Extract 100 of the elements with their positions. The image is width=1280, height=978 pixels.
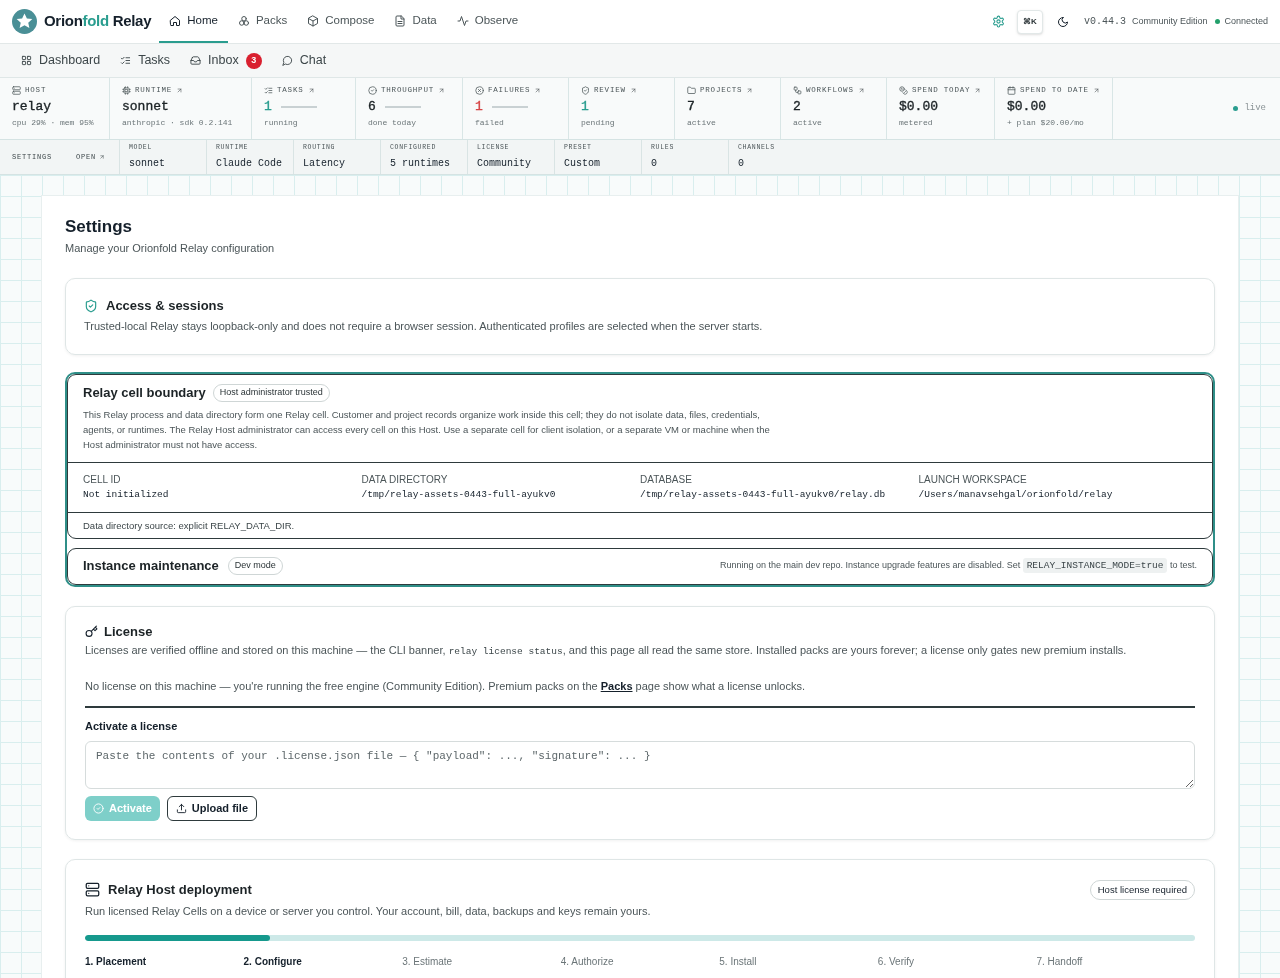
live-label: live: [1244, 101, 1266, 115]
card-description: Trusted-local Relay stays loopback-only and does not require a browser session. Authenticated profiles are selected when the server starts.: [84, 318, 763, 334]
page-subtitle: Manage your Orionfold Relay configuration: [65, 241, 275, 256]
stat-value: 6: [368, 98, 376, 117]
stat-value: $0.00: [899, 98, 938, 117]
sparkline: [280, 106, 317, 108]
key-icon: [85, 624, 98, 638]
stat-caption: running: [264, 117, 298, 129]
step-label: 5. Install: [719, 956, 757, 968]
sub-nav-item[interactable]: Dashboard: [12, 47, 110, 74]
upload-button[interactable]: Upload file: [166, 795, 258, 821]
text-link[interactable]: Packs: [600, 679, 633, 692]
config-value: 0: [738, 156, 744, 171]
home-icon: [169, 14, 182, 27]
coins-icon: [899, 86, 908, 95]
document-icon: [394, 14, 407, 27]
card-title: License: [104, 622, 153, 640]
field-value: /tmp/relay-assets-0443-full-ayukv0/relay.db: [640, 487, 886, 501]
nav-tab[interactable]: Observe: [446, 0, 529, 43]
stat-value: $0.00: [1007, 98, 1046, 117]
card-title: Relay Host deployment: [108, 881, 252, 899]
config-value: 5 runtimes: [390, 156, 450, 171]
step-label: 4. Authorize: [560, 956, 614, 968]
card-description: Run licensed Relay Cells on a device or server you control. Your account, bill, data, backups and keys remain yours.: [85, 903, 651, 919]
stat-caption: pending: [581, 117, 615, 129]
logo-icon: [12, 9, 37, 34]
sparkline: [384, 106, 421, 108]
sparkline: [491, 106, 528, 108]
edition-label: Community Edition: [1131, 14, 1208, 28]
config-value: 0: [651, 156, 657, 171]
config-value: Claude Code: [216, 156, 282, 171]
config-value: Community: [477, 156, 531, 171]
moon-icon: [1056, 15, 1069, 28]
command-palette-button[interactable]: ⌘K: [1016, 9, 1043, 34]
stat-caption: active: [687, 117, 716, 129]
checklist-icon: [264, 86, 273, 95]
config-value: sonnet: [129, 156, 165, 171]
field-label: CELL ID: [83, 472, 121, 486]
shield-check-icon: [84, 298, 98, 313]
cube-icon: [307, 14, 320, 27]
workflow-icon: [793, 86, 802, 95]
input-label: Activate a license: [85, 718, 178, 733]
stat-value: 1: [264, 98, 272, 117]
chip-icon: [122, 86, 131, 95]
step-label: 2. Configure: [243, 956, 302, 968]
brand-name: Orionfold Relay: [44, 11, 152, 32]
field-label: LAUNCH WORKSPACE: [918, 472, 1027, 486]
arrow-up-right-icon: [99, 154, 105, 160]
stat-value: 2: [793, 98, 801, 117]
stat-caption: active: [793, 117, 822, 129]
nav-tab[interactable]: Data: [384, 0, 447, 43]
grid-icon: [21, 55, 32, 66]
chat-bubble-icon: [281, 55, 293, 66]
stat-caption: cpu 29% · mem 95%: [12, 117, 94, 129]
stat-caption: + plan $20.00/mo: [1007, 117, 1084, 129]
card-title: Access & sessions: [106, 297, 224, 314]
x-circle-icon: [475, 86, 484, 95]
field-value: Not initialized: [83, 487, 169, 501]
pulse-icon: [456, 14, 469, 27]
sub-nav-item[interactable]: Chat: [272, 47, 336, 74]
stat-value: sonnet: [122, 98, 169, 117]
server-icon: [12, 86, 21, 95]
step-label: 3. Estimate: [402, 956, 453, 968]
nav-tab[interactable]: Compose: [297, 0, 385, 43]
settings-icon: [991, 15, 1005, 28]
version-label: v0.44.3: [1083, 15, 1126, 29]
calendar-icon: [1007, 86, 1016, 95]
shield-check-icon: [581, 86, 590, 95]
sub-nav-item[interactable]: Inbox 3: [181, 47, 271, 74]
page-title: Settings: [65, 216, 133, 238]
field-value: /tmp/relay-assets-0443-full-ayukv0: [361, 487, 556, 501]
card-title: Instance maintenance: [83, 557, 219, 576]
field-value: /Users/manavsehgal/orionfold/relay: [918, 487, 1113, 501]
card-title: Relay cell boundary: [83, 384, 206, 401]
stat-value: 1: [475, 98, 483, 117]
step-label: 1. Placement: [85, 956, 147, 968]
stat-value: 1: [581, 98, 589, 117]
count-badge: 3: [245, 52, 262, 69]
card-description: This Relay process and data directory form one Relay cell. Customer and project records organize work inside this cell; they do not isolate data, files, credentials, agents, or runtimes. The Relay Host administrator can access every cell on this Host. Use a separate cell for client isolation, or a separate VM or machine when the Host administrator must not have access.: [83, 407, 771, 452]
stat-caption: anthropic · sdk 0.2.141: [122, 117, 233, 129]
config-value: Latency: [303, 156, 345, 171]
sub-nav-item[interactable]: Tasks: [111, 47, 180, 74]
server-icon: [85, 882, 100, 898]
stat-value: relay: [12, 98, 51, 117]
step-label: 6. Verify: [877, 956, 914, 968]
field-label: DATABASE: [640, 472, 692, 486]
nav-tab[interactable]: Packs: [227, 0, 298, 43]
license-input[interactable]: Paste the contents of your .license.json file — { "payload": ..., "signature": ... }: [85, 740, 1195, 789]
inbox-icon: [190, 55, 202, 66]
maintenance-note: Running on the main dev repo. Instance upgrade features are disabled. Set RELAY_INSTANCE_MODE=true to test.: [719, 558, 1197, 574]
checklist-icon: [120, 55, 132, 66]
step-label: 7. Handoff: [1036, 956, 1083, 968]
check-circle-icon: [93, 802, 104, 814]
stat-caption: failed: [475, 117, 504, 129]
stat-caption: done today: [368, 117, 416, 129]
folder-icon: [687, 86, 696, 95]
circles-icon: [237, 14, 250, 27]
stat-value: 7: [687, 98, 695, 117]
field-label: DATA DIRECTORY: [361, 472, 448, 486]
check-circle-icon: [368, 86, 377, 95]
